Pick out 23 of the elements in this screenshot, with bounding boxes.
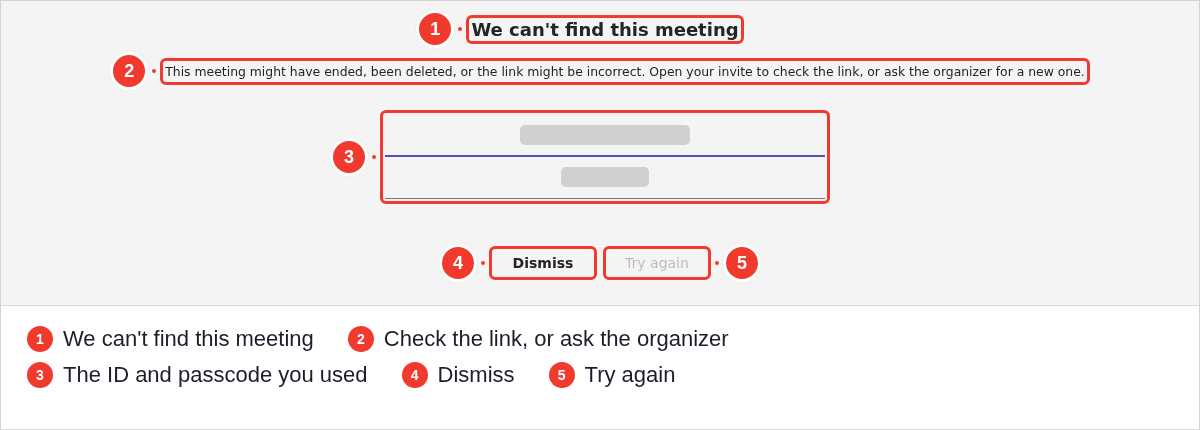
- dialog-title: We can't find this meeting: [471, 18, 739, 40]
- callout-badge: 2: [110, 52, 149, 90]
- callout-badge: 4: [439, 244, 477, 282]
- leader-dot: [458, 27, 463, 31]
- legend-badge: 3: [27, 362, 53, 388]
- leader-dot: [372, 155, 376, 159]
- dialog-message: This meeting might have ended, been deleted, or the link might be incorrect. Open your invite to check the link, or ask the organizer for a new one.: [165, 63, 1085, 79]
- leader-dot: [715, 261, 719, 265]
- legend-badge: 4: [401, 362, 428, 388]
- legend-label: Try again: [584, 362, 676, 388]
- callout-badge: 1: [416, 10, 455, 48]
- legend-badge: 1: [27, 326, 53, 352]
- legend-label: The ID and passcode you used: [63, 362, 368, 388]
- legend-label: Check the link, or ask the organizer: [383, 326, 729, 352]
- dismiss-button[interactable]: Dismiss: [489, 246, 597, 280]
- legend-label: Dismiss: [437, 362, 515, 388]
- legend-label: We can't find this meeting: [63, 326, 314, 352]
- leader-dot: [481, 261, 485, 265]
- legend-badge: 5: [548, 362, 575, 388]
- legend-badge: 2: [347, 326, 374, 352]
- leader-dot: [152, 69, 157, 73]
- callout-badge: 3: [330, 138, 368, 176]
- callout-badge: 5: [723, 244, 761, 282]
